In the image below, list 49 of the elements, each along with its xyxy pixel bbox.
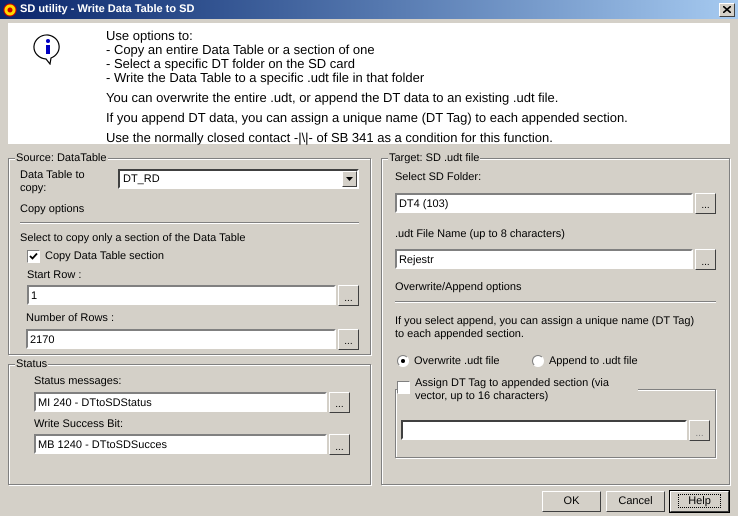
- hint-text: If you select append, you can assign a unique name (DT Tag) to each appended section.: [394, 314, 695, 340]
- field-label: .udt File Name (up to 8 characters): [394, 226, 566, 242]
- dialog-button[interactable]: Help: [670, 491, 729, 512]
- hint-text: Select to copy only a section of the Data Table: [20, 230, 246, 246]
- radio-button[interactable]: [532, 354, 544, 367]
- info-text: You can overwrite the entire .udt, or append the DT data to an existing .udt file.: [106, 91, 560, 105]
- dropdown-value: DT_RD: [122, 172, 161, 187]
- browse-button[interactable]: ...: [328, 434, 350, 455]
- browse-button[interactable]: ...: [695, 192, 716, 214]
- info-text: - Select a specific DT folder on the SD card: [106, 57, 356, 71]
- input-field[interactable]: 1: [27, 285, 336, 305]
- window-title: SD utility - Write Data Table to SD: [20, 2, 194, 18]
- close-icon: [723, 6, 731, 13]
- browse-button[interactable]: ...: [695, 249, 716, 270]
- input-field[interactable]: MB 1240 - DTtoSDSucces: [34, 434, 327, 454]
- radio-label: Append to .udt file: [548, 354, 638, 368]
- info-text: Use the normally closed contact -|\|- of SB 341 as a condition for this function.: [106, 131, 554, 145]
- checkbox-label: Assign DT Tag to appended section (via vector, up to 16 characters): [414, 377, 610, 403]
- group-title: Target: SD .udt file: [388, 151, 480, 165]
- section-heading: Copy options: [20, 202, 86, 217]
- checkbox[interactable]: [27, 250, 40, 263]
- input-field[interactable]: 2170: [26, 328, 336, 348]
- section-heading: Overwrite/Append options: [394, 280, 523, 295]
- checkbox[interactable]: [396, 381, 410, 394]
- info-text: - Write the Data Table to a specific .udt file in that folder: [106, 71, 426, 85]
- field-label: Select SD Folder:: [394, 170, 482, 185]
- input-field[interactable]: MI 240 - DTtoSDStatus: [34, 392, 327, 412]
- info-text: If you append DT data, you can assign a unique name (DT Tag) to each appended section.: [106, 111, 628, 125]
- field-label: Write Success Bit:: [34, 416, 124, 432]
- input-field[interactable]: [400, 420, 687, 440]
- sun-icon: [3, 2, 17, 16]
- info-text: Use options to:: [106, 29, 194, 43]
- browse-button[interactable]: ...: [338, 285, 359, 306]
- browse-button[interactable]: ...: [328, 392, 350, 412]
- field-label: Data Table to copy:: [20, 169, 86, 195]
- close-button[interactable]: [719, 2, 735, 16]
- field-label: Number of Rows :: [26, 311, 116, 326]
- info-text: - Copy an entire Data Table or a section of one: [106, 43, 376, 57]
- radio-label: Overwrite .udt file: [414, 354, 500, 368]
- dropdown[interactable]: DT_RD: [118, 169, 359, 189]
- dialog-button[interactable]: Cancel: [606, 491, 665, 512]
- radio-button[interactable]: [396, 354, 409, 367]
- input-field[interactable]: Rejestr: [394, 249, 693, 269]
- field-label: Start Row :: [27, 268, 82, 282]
- input-field[interactable]: DT4 (103): [394, 192, 693, 212]
- dialog-button[interactable]: OK: [542, 491, 601, 512]
- browse-button[interactable]: ...: [338, 328, 359, 350]
- checkbox-label: Copy Data Table section: [45, 249, 164, 264]
- field-label: Status messages:: [34, 374, 122, 389]
